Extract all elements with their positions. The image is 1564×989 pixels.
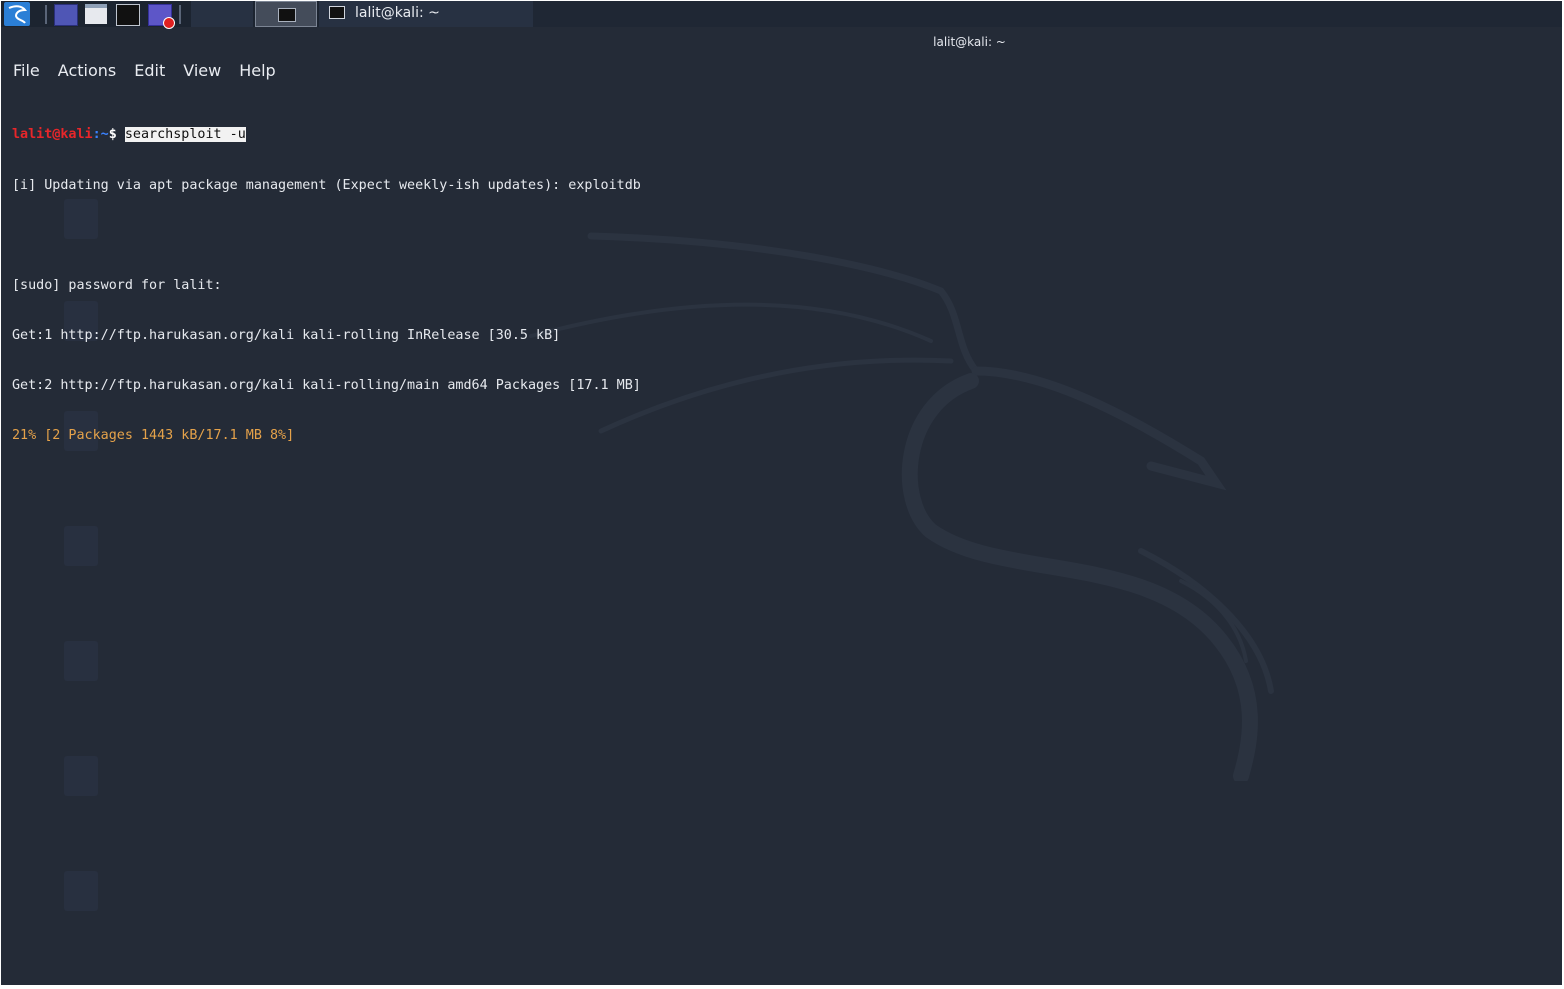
taskbar-separator <box>45 5 47 24</box>
top-taskbar: lalit@kali: ~ <box>1 1 1562 29</box>
taskbar-window-label: lalit@kali: ~ <box>355 5 440 21</box>
document-icon <box>64 871 98 911</box>
folder-icon <box>64 641 98 681</box>
terminal-window-thumbnail <box>278 8 296 22</box>
prompt-line: lalit@kali:~$ searchsploit -u <box>12 127 641 144</box>
taskbar-window-button[interactable]: lalit@kali: ~ <box>319 1 533 27</box>
terminal-icon[interactable] <box>116 4 140 26</box>
kali-menu-icon[interactable] <box>4 2 30 26</box>
show-desktop-icon[interactable] <box>54 4 78 26</box>
lock-file-icon <box>64 526 98 566</box>
menu-bar: File Actions Edit View Help <box>1 57 286 85</box>
output-line: Get:1 http://ftp.harukasan.org/kali kali… <box>12 327 561 343</box>
screen-recorder-icon[interactable] <box>148 4 175 29</box>
desktop-icon-rockyou[interactable] <box>26 756 136 802</box>
menu-file[interactable]: File <box>1 57 50 85</box>
terminal-output[interactable]: lalit@kali:~$ searchsploit -u [i] Updati… <box>12 94 641 478</box>
desktop-icon-locked-file[interactable] <box>26 526 136 572</box>
prompt-path: :~ <box>92 127 109 143</box>
workspace-1[interactable] <box>191 1 253 27</box>
command-text[interactable]: searchsploit -u <box>124 127 246 143</box>
terminal-icon <box>329 6 345 19</box>
desktop-screen: lalit@kali: ~ lalit@kali: ~ File Actions… <box>1 1 1562 985</box>
desktop-icon-password[interactable] <box>26 871 136 917</box>
taskbar-empty-area <box>533 1 1562 27</box>
output-line: [i] Updating via apt package management … <box>12 177 641 193</box>
menu-help[interactable]: Help <box>231 57 285 85</box>
output-line: [sudo] password for lalit: <box>12 277 222 293</box>
prompt-user: lalit@kali <box>12 127 93 143</box>
output-line: Get:2 http://ftp.harukasan.org/kali kali… <box>12 377 641 393</box>
desktop-icon-thumb[interactable] <box>26 641 136 687</box>
menu-edit[interactable]: Edit <box>126 57 175 85</box>
menu-view[interactable]: View <box>175 57 231 85</box>
window-title: lalit@kali: ~ <box>933 35 1006 49</box>
file-manager-icon[interactable] <box>85 4 107 24</box>
taskbar-separator <box>179 5 181 24</box>
workspace-2[interactable] <box>255 1 317 27</box>
menu-actions[interactable]: Actions <box>50 57 126 85</box>
document-icon <box>64 756 98 796</box>
progress-line: 21% [2 Packages 1443 kB/17.1 MB 8%] <box>12 427 295 443</box>
prompt-dollar: $ <box>108 127 117 143</box>
